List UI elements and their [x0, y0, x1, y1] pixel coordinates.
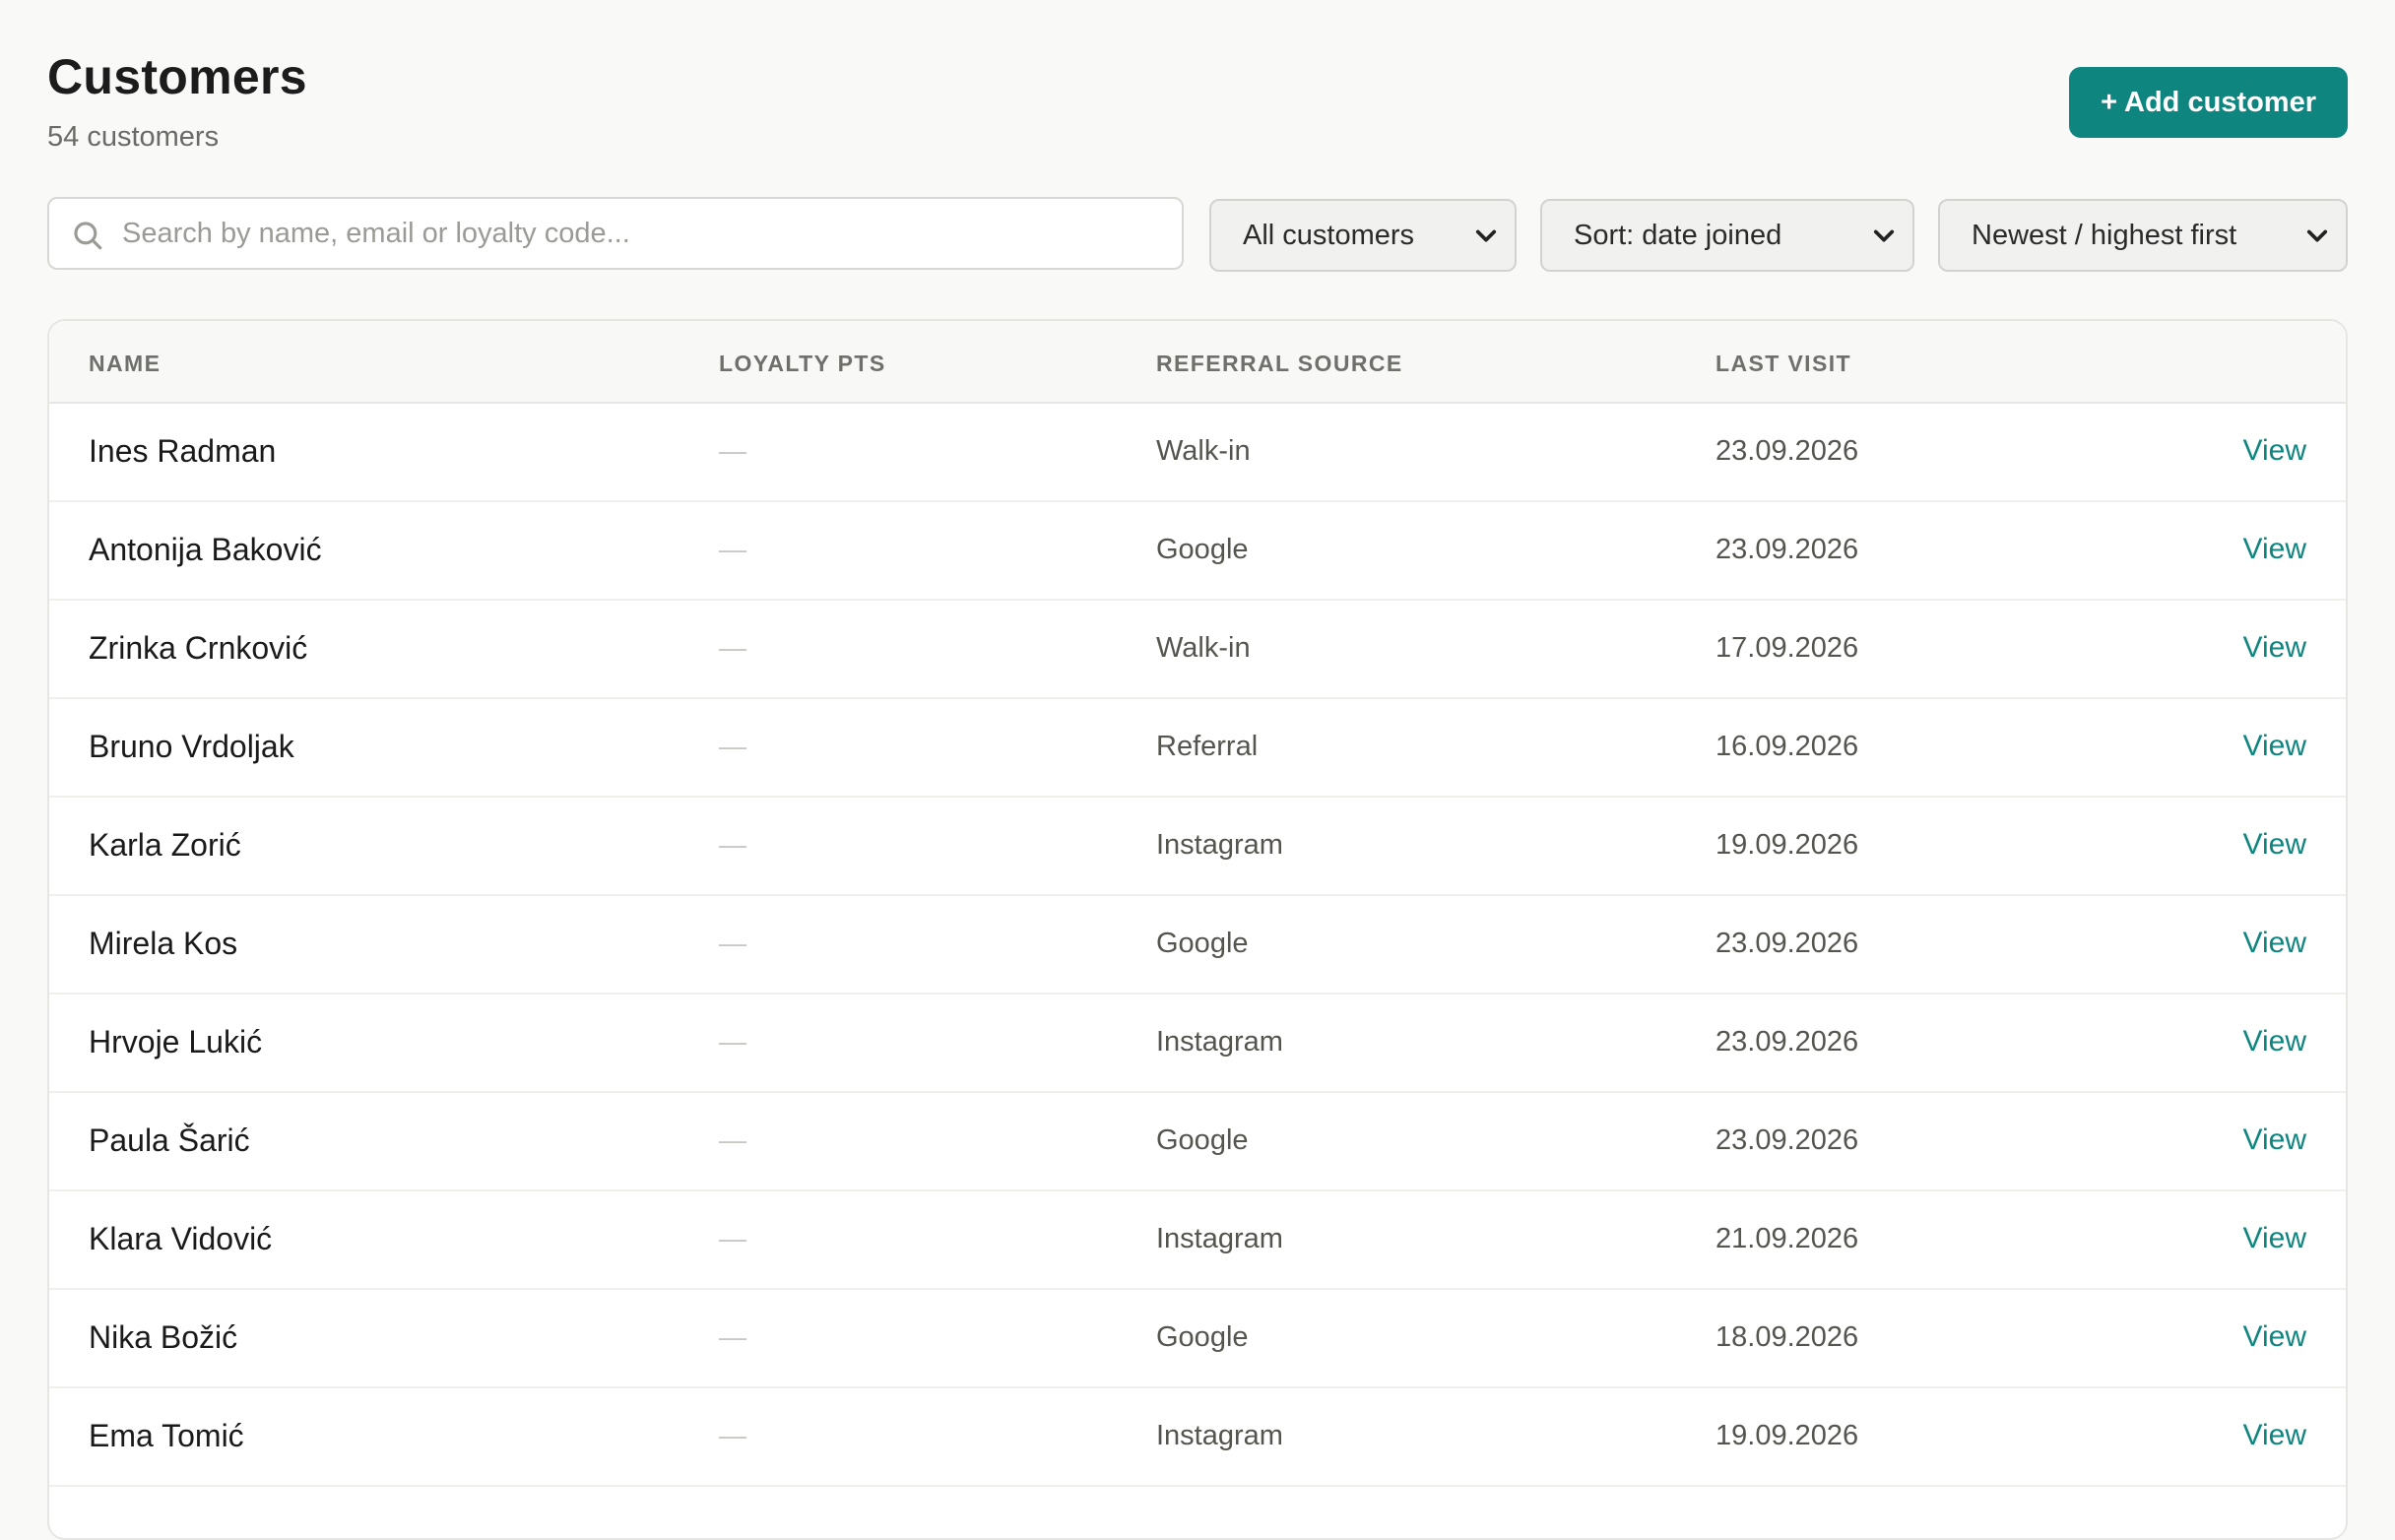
- referral-source: Referral: [1156, 731, 1259, 762]
- loyalty-points: —: [719, 534, 746, 564]
- customers-table: NAME LOYALTY PTS REFERRAL SOURCE LAST VI…: [47, 319, 2348, 1540]
- customer-name: Karla Zorić: [89, 827, 241, 863]
- customer-name: Ines Radman: [89, 433, 277, 469]
- customer-name: Mirela Kos: [89, 926, 238, 961]
- customer-name: Nika Božić: [89, 1319, 238, 1355]
- page-header: Customers 54 customers: [47, 47, 307, 154]
- view-link[interactable]: View: [2243, 601, 2306, 695]
- last-visit: 23.09.2026: [1715, 1026, 1859, 1058]
- table-row[interactable]: Karla Zorić — Instagram 19.09.2026 View: [49, 798, 2346, 896]
- page-title: Customers: [47, 49, 307, 104]
- table-row[interactable]: Bruno Vrdoljak — Referral 16.09.2026 Vie…: [49, 699, 2346, 798]
- last-visit: 23.09.2026: [1715, 435, 1859, 467]
- referral-source: Google: [1156, 534, 1249, 565]
- table-row[interactable]: Ema Tomić — Instagram 19.09.2026 View: [49, 1388, 2346, 1487]
- chevron-down-icon: [1873, 229, 1895, 242]
- referral-source: Instagram: [1156, 1223, 1283, 1254]
- table-header: NAME LOYALTY PTS REFERRAL SOURCE LAST VI…: [49, 321, 2346, 404]
- customers-page: Customers 54 customers + Add customer Al…: [0, 0, 2395, 1540]
- table-row[interactable]: Ines Radman — Walk-in 23.09.2026 View: [49, 404, 2346, 502]
- view-link[interactable]: View: [2243, 404, 2306, 498]
- loyalty-points: —: [719, 1026, 746, 1057]
- last-visit: 19.09.2026: [1715, 1420, 1859, 1451]
- order-value: Newest / highest first: [1972, 219, 2237, 251]
- last-visit: 16.09.2026: [1715, 731, 1859, 762]
- loyalty-points: —: [719, 1223, 746, 1253]
- customer-name: Antonija Baković: [89, 532, 322, 567]
- referral-source: Google: [1156, 928, 1249, 959]
- table-row[interactable]: Paula Šarić — Google 23.09.2026 View: [49, 1093, 2346, 1191]
- sort-value: Sort: date joined: [1574, 219, 1782, 251]
- loyalty-points: —: [719, 829, 746, 860]
- view-link[interactable]: View: [2243, 502, 2306, 597]
- customer-name: Hrvoje Lukić: [89, 1024, 263, 1059]
- customer-filter-value: All customers: [1243, 219, 1415, 251]
- referral-source: Walk-in: [1156, 435, 1251, 467]
- view-link[interactable]: View: [2243, 1388, 2306, 1483]
- referral-source: Instagram: [1156, 829, 1283, 861]
- column-header-last-visit[interactable]: LAST VISIT: [1715, 351, 1851, 377]
- referral-source: Google: [1156, 1124, 1249, 1156]
- column-header-name[interactable]: NAME: [89, 351, 161, 377]
- chevron-down-icon: [2306, 229, 2328, 242]
- view-link[interactable]: View: [2243, 1290, 2306, 1384]
- search-input[interactable]: [120, 203, 1168, 264]
- loyalty-points: —: [719, 1124, 746, 1155]
- search-icon: [74, 222, 102, 250]
- last-visit: 23.09.2026: [1715, 1124, 1859, 1156]
- column-header-loyalty-pts[interactable]: LOYALTY PTS: [719, 351, 886, 377]
- view-link[interactable]: View: [2243, 1093, 2306, 1187]
- view-link[interactable]: View: [2243, 896, 2306, 991]
- customer-name: Bruno Vrdoljak: [89, 729, 294, 764]
- view-link[interactable]: View: [2243, 699, 2306, 794]
- table-row[interactable]: Hrvoje Lukić — Instagram 23.09.2026 View: [49, 995, 2346, 1093]
- table-row[interactable]: Nika Božić — Google 18.09.2026 View: [49, 1290, 2346, 1388]
- table-row[interactable]: Antonija Baković — Google 23.09.2026 Vie…: [49, 502, 2346, 601]
- table-row[interactable]: Klara Vidović — Instagram 21.09.2026 Vie…: [49, 1191, 2346, 1290]
- last-visit: 19.09.2026: [1715, 829, 1859, 861]
- customer-name: Ema Tomić: [89, 1418, 244, 1453]
- chevron-down-icon: [1475, 229, 1497, 242]
- customer-name: Paula Šarić: [89, 1123, 250, 1158]
- referral-source: Google: [1156, 1321, 1249, 1353]
- loyalty-points: —: [719, 632, 746, 663]
- last-visit: 23.09.2026: [1715, 534, 1859, 565]
- view-link[interactable]: View: [2243, 1191, 2306, 1286]
- last-visit: 17.09.2026: [1715, 632, 1859, 664]
- table-row[interactable]: Mirela Kos — Google 23.09.2026 View: [49, 896, 2346, 995]
- last-visit: 18.09.2026: [1715, 1321, 1859, 1353]
- referral-source: Instagram: [1156, 1026, 1283, 1058]
- order-select[interactable]: Newest / highest first: [1938, 199, 2348, 272]
- referral-source: Instagram: [1156, 1420, 1283, 1451]
- customer-count: 54 customers: [47, 121, 220, 153]
- column-header-referral-source[interactable]: REFERRAL SOURCE: [1156, 351, 1403, 377]
- customer-filter-select[interactable]: All customers: [1209, 199, 1517, 272]
- customer-name: Zrinka Crnković: [89, 630, 308, 666]
- referral-source: Walk-in: [1156, 632, 1251, 664]
- search-box: [47, 197, 1184, 270]
- add-customer-button[interactable]: + Add customer: [2069, 67, 2348, 138]
- sort-select[interactable]: Sort: date joined: [1540, 199, 1914, 272]
- last-visit: 21.09.2026: [1715, 1223, 1859, 1254]
- loyalty-points: —: [719, 1321, 746, 1352]
- loyalty-points: —: [719, 435, 746, 466]
- view-link[interactable]: View: [2243, 798, 2306, 892]
- last-visit: 23.09.2026: [1715, 928, 1859, 959]
- table-body: Ines Radman — Walk-in 23.09.2026 View An…: [49, 404, 2346, 1487]
- loyalty-points: —: [719, 928, 746, 958]
- table-row[interactable]: Zrinka Crnković — Walk-in 17.09.2026 Vie…: [49, 601, 2346, 699]
- view-link[interactable]: View: [2243, 995, 2306, 1089]
- toolbar: All customers Sort: date joined Newest /…: [47, 197, 2348, 272]
- loyalty-points: —: [719, 731, 746, 761]
- loyalty-points: —: [719, 1420, 746, 1450]
- customer-name: Klara Vidović: [89, 1221, 273, 1256]
